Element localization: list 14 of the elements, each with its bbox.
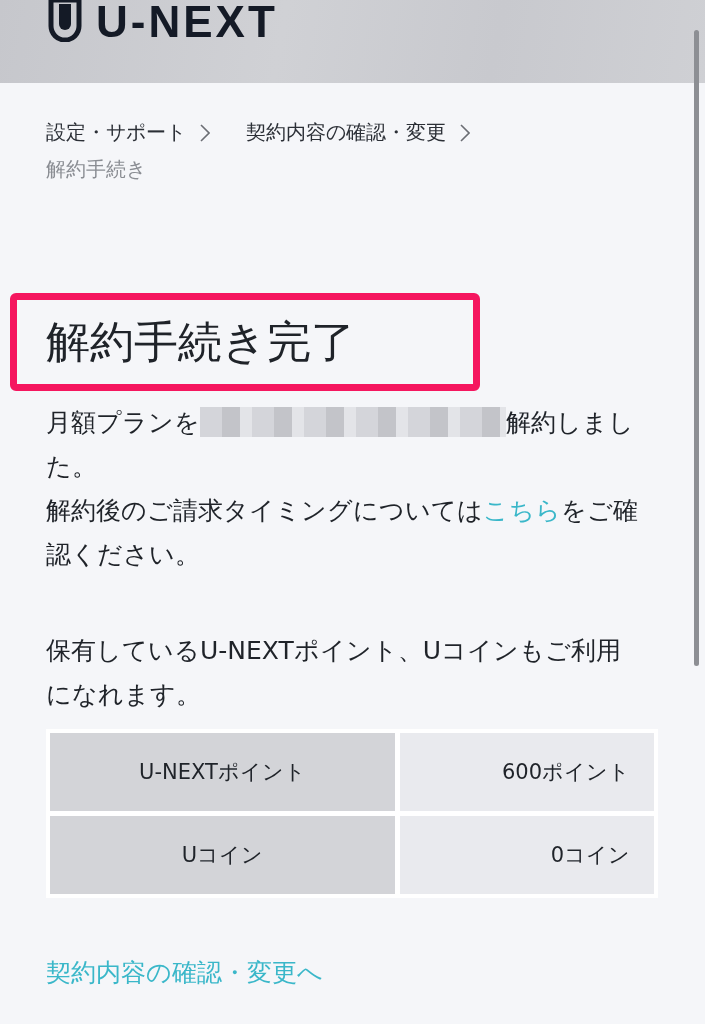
chevron-right-icon: [460, 123, 470, 142]
brand-logo[interactable]: U-NEXT: [96, 0, 278, 44]
page-title: 解約手続き完了: [10, 293, 480, 391]
breadcrumb-link[interactable]: 設定・サポート: [46, 119, 186, 146]
table-cell: 600ポイント: [400, 733, 654, 811]
shield-logo-icon: [48, 0, 82, 42]
table-header-cell: U-NEXTポイント: [50, 733, 395, 811]
breadcrumb-link[interactable]: 契約内容の確認・変更: [246, 119, 446, 146]
message-text: 月額プランを 解約しました。: [46, 406, 635, 483]
billing-note: 解約後のご請求タイミングについては こちら をご確認ください。: [46, 495, 639, 571]
table-header-cell: Uコイン: [50, 816, 395, 894]
points-note: 保有しているU-NEXTポイント、Uコインもご利用になれます。: [46, 635, 623, 711]
chevron-right-icon: [200, 123, 210, 142]
table-cell: 0コイン: [400, 816, 654, 894]
